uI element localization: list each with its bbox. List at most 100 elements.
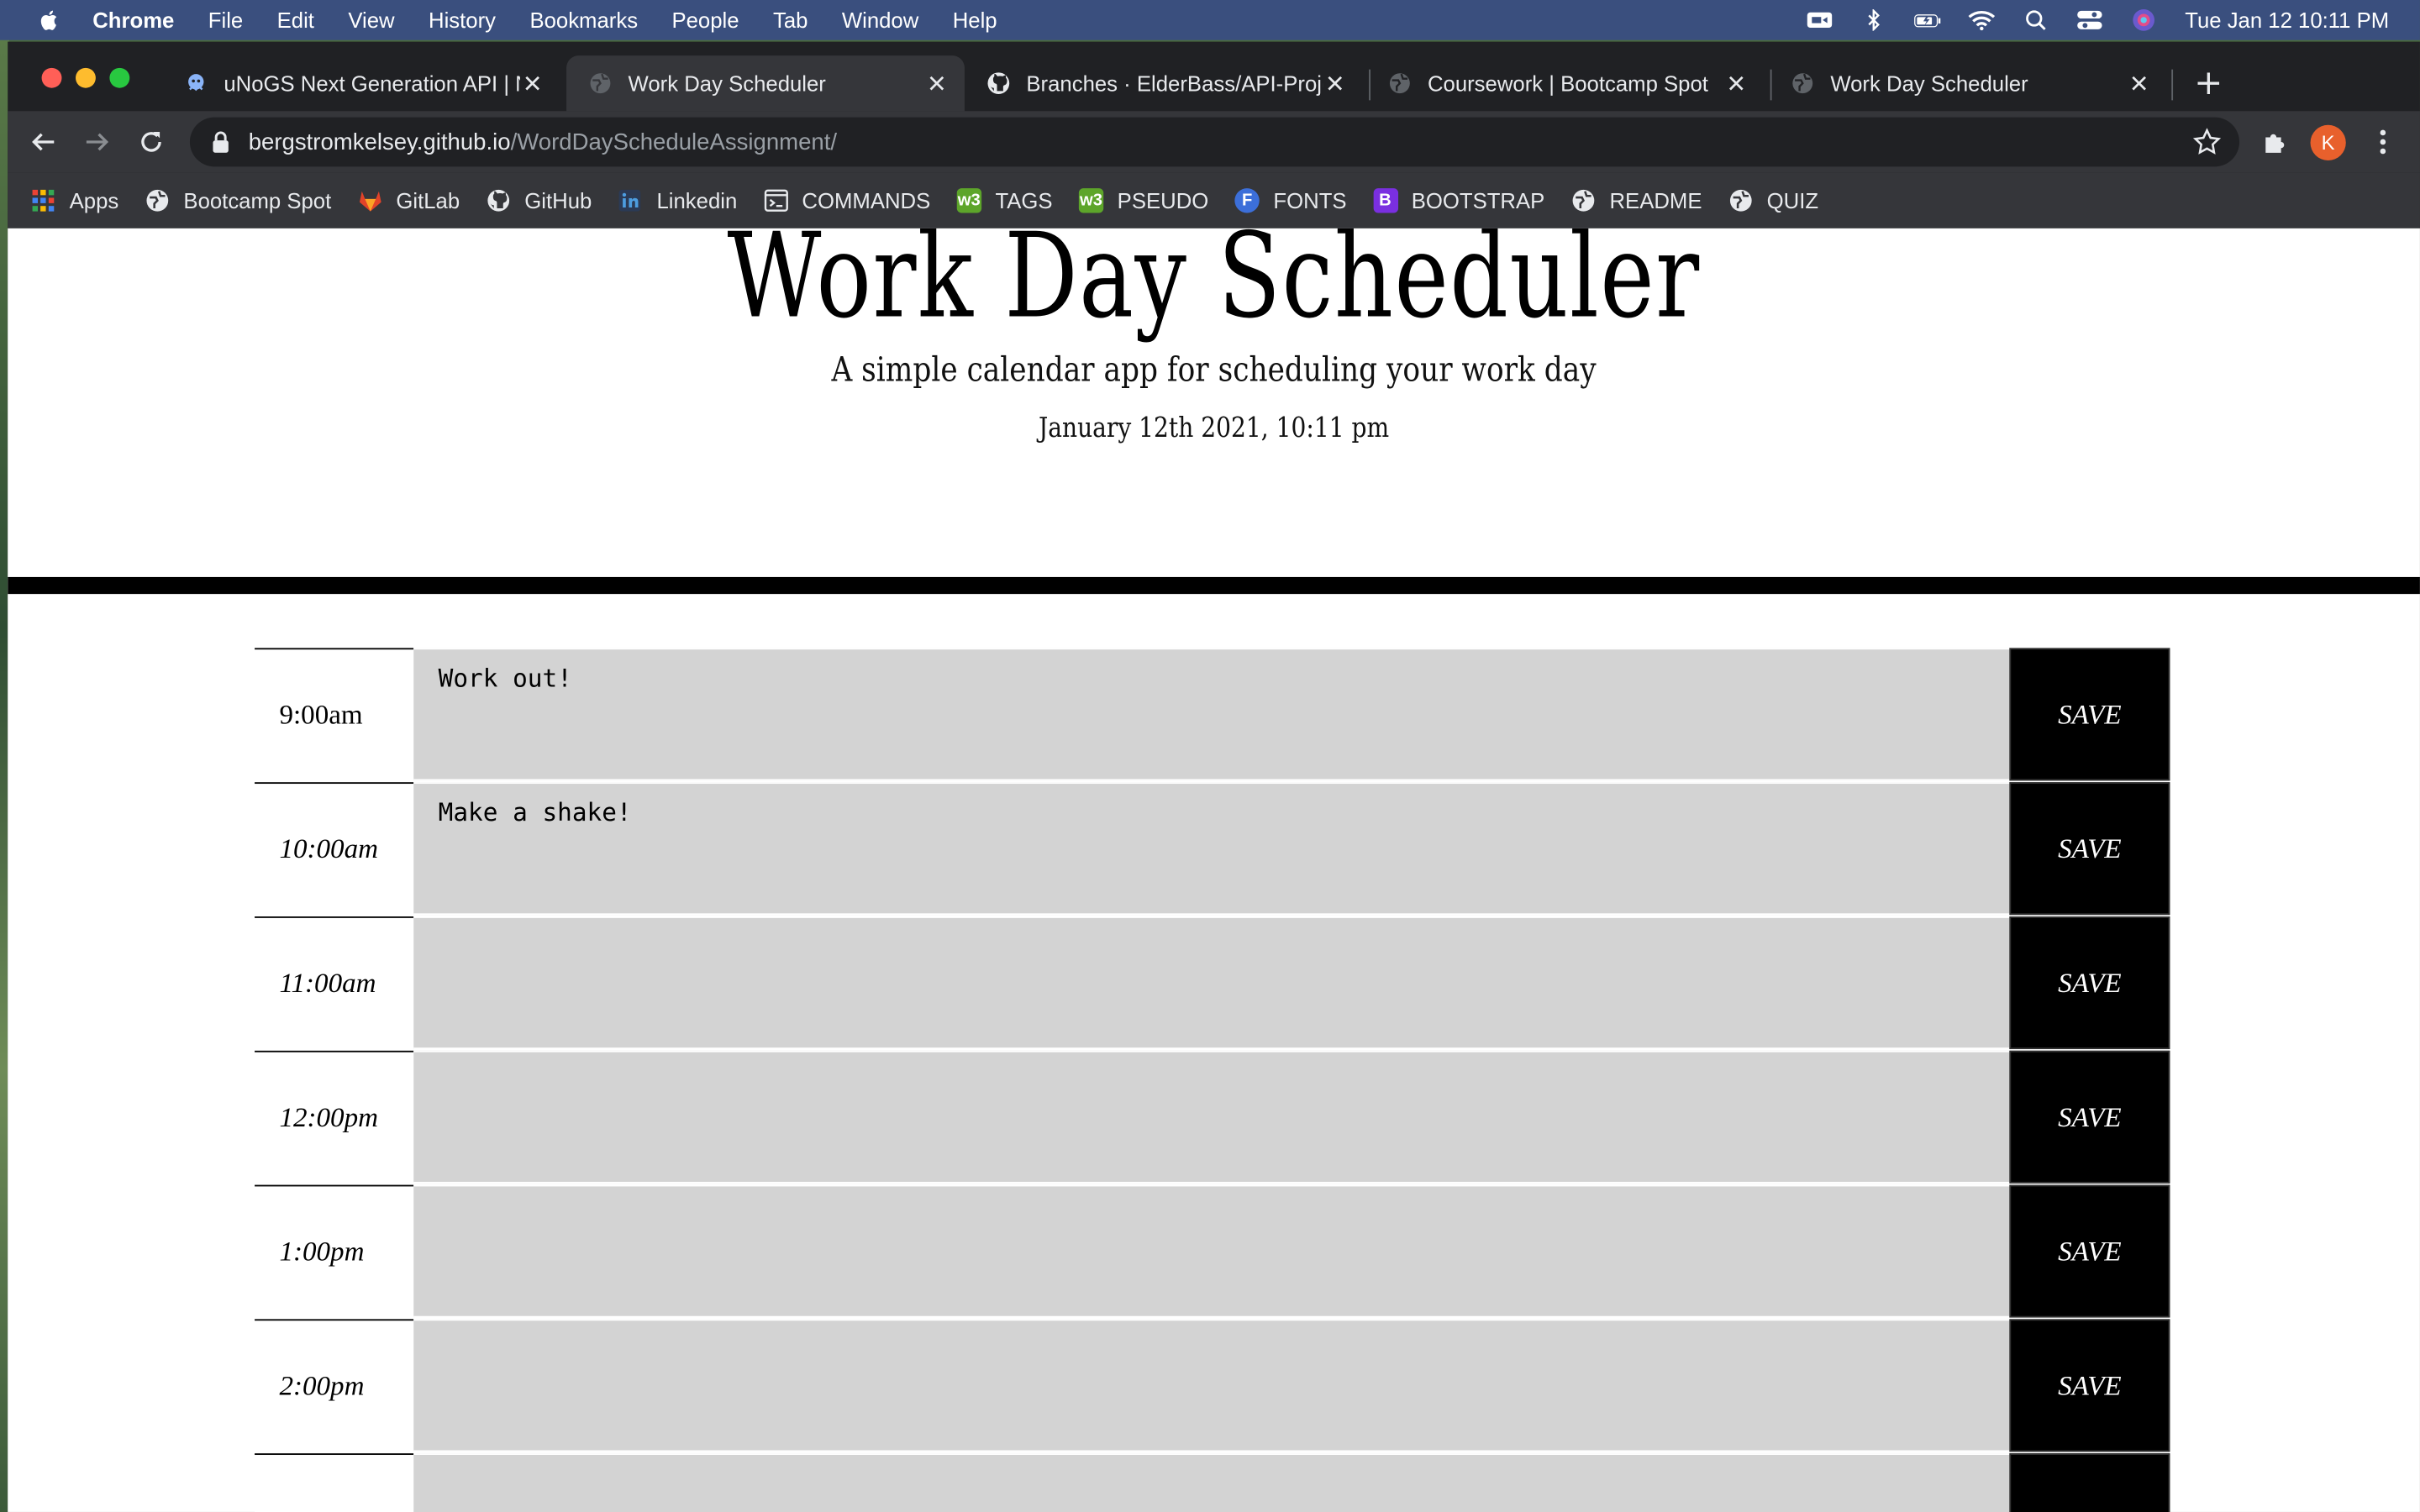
- bluetooth-icon[interactable]: [1860, 9, 1887, 31]
- globe-icon: [145, 188, 170, 213]
- menu-help[interactable]: Help: [953, 8, 997, 32]
- save-button[interactable]: SAVE: [2009, 782, 2170, 916]
- close-tab-icon[interactable]: [520, 71, 544, 95]
- url-path: /WordDayScheduleAssignment/: [510, 129, 838, 155]
- wifi-icon[interactable]: [1967, 9, 1995, 31]
- bookmark-commands[interactable]: COMMANDS: [764, 188, 930, 213]
- zoom-camera-icon[interactable]: [1805, 9, 1833, 31]
- tab-bootcamp-coursework[interactable]: Coursework | Bootcamp Spot: [1365, 55, 1764, 111]
- f-icon: F: [1234, 188, 1260, 213]
- bookmark-linkedin[interactable]: Linkedin: [618, 188, 738, 213]
- menu-view[interactable]: View: [348, 8, 394, 32]
- bookmark-label: Linkedin: [656, 188, 738, 213]
- event-description-field[interactable]: [413, 916, 2010, 1049]
- time-block: 10:00am Make a shake! SAVE: [255, 782, 2171, 916]
- back-arrow-icon[interactable]: [28, 127, 59, 158]
- bookmark-label: Bootcamp Spot: [183, 188, 332, 213]
- menu-edit[interactable]: Edit: [277, 8, 314, 32]
- save-button[interactable]: SAVE: [2009, 648, 2170, 781]
- bookmark-quiz[interactable]: QUIZ: [1728, 188, 1818, 213]
- url-text[interactable]: bergstromkelsey.github.io/WordDaySchedul…: [249, 129, 837, 155]
- siri-icon[interactable]: [2129, 9, 2157, 31]
- fullscreen-window-button[interactable]: [109, 67, 130, 88]
- bookmarks-bar: Apps Bootcamp Spot GitLab GitHub Linkedi…: [8, 172, 2420, 228]
- hour-label: 2:00pm: [255, 1319, 414, 1452]
- menu-people[interactable]: People: [671, 8, 739, 32]
- hour-label: 9:00am: [255, 648, 414, 781]
- menu-file[interactable]: File: [208, 8, 243, 32]
- event-description-field[interactable]: [413, 1319, 2010, 1452]
- menu-window[interactable]: Window: [842, 8, 918, 32]
- globe-favicon-icon: [1791, 71, 1815, 95]
- menu-app-name[interactable]: Chrome: [92, 8, 174, 32]
- close-tab-icon[interactable]: [1724, 71, 1749, 95]
- save-button[interactable]: SAVE: [2009, 1050, 2170, 1184]
- bookmark-fonts[interactable]: F FONTS: [1234, 188, 1347, 213]
- page-title: Work Day Scheduler: [727, 228, 1701, 344]
- hour-label: 1:00pm: [255, 1184, 414, 1318]
- spotlight-search-icon[interactable]: [2022, 9, 2049, 31]
- profile-avatar[interactable]: K: [2310, 124, 2346, 161]
- tab-title: Work Day Scheduler: [628, 71, 826, 96]
- save-button[interactable]: SAVE: [2009, 1184, 2170, 1318]
- tab-work-day-scheduler[interactable]: Work Day Scheduler: [1769, 55, 2167, 111]
- save-button[interactable]: [2009, 1453, 2170, 1512]
- tab-separator: [2171, 69, 2174, 101]
- hour-label: [255, 1453, 414, 1512]
- new-tab-plus-icon[interactable]: [2193, 68, 2224, 99]
- w3-icon: w3: [956, 188, 981, 213]
- bookmark-label: QUIZ: [1766, 188, 1819, 213]
- time-block: 1:00pm SAVE: [255, 1184, 2171, 1320]
- bookmark-label: GitHub: [524, 188, 592, 213]
- tab-unogs[interactable]: uNoGS Next Generation API | N: [162, 55, 560, 111]
- w3-icon: w3: [1078, 188, 1104, 213]
- address-bar[interactable]: bergstromkelsey.github.io/WordDaySchedul…: [189, 117, 2240, 167]
- bookmark-bootstrap[interactable]: B BOOTSTRAP: [1372, 188, 1545, 213]
- tab-github-branches[interactable]: Branches · ElderBass/API-Proje: [965, 55, 1363, 111]
- forward-arrow-icon[interactable]: [82, 127, 113, 158]
- battery-icon[interactable]: [1913, 9, 1941, 31]
- bookmark-tags[interactable]: w3 TAGS: [956, 188, 1053, 213]
- lock-icon[interactable]: [212, 131, 234, 153]
- close-tab-icon[interactable]: [2127, 71, 2151, 95]
- schedule-container: 9:00am Work out! SAVE 10:00am Make a sha…: [255, 648, 2171, 1512]
- page-subtitle: A simple calendar app for scheduling you…: [831, 351, 1597, 391]
- bookmark-label: BOOTSTRAP: [1411, 188, 1545, 213]
- control-center-icon[interactable]: [2075, 9, 2103, 31]
- event-description-field[interactable]: Make a shake!: [413, 782, 2010, 916]
- bookmark-gitlab[interactable]: GitLab: [357, 188, 460, 213]
- event-description-field[interactable]: Work out!: [413, 648, 2010, 781]
- bookmark-github[interactable]: GitHub: [486, 188, 592, 213]
- minimize-window-button[interactable]: [75, 67, 96, 88]
- url-domain: bergstromkelsey.github.io: [248, 129, 511, 155]
- bookmark-bootcamp-spot[interactable]: Bootcamp Spot: [145, 188, 332, 213]
- more-menu-icon[interactable]: [2367, 127, 2398, 158]
- event-description-field[interactable]: [413, 1050, 2010, 1184]
- tab-work-day-scheduler-active[interactable]: Work Day Scheduler: [566, 55, 965, 112]
- event-description-field[interactable]: [413, 1184, 2010, 1318]
- close-window-button[interactable]: [41, 67, 62, 88]
- bookmark-apps[interactable]: Apps: [31, 188, 118, 213]
- menubar-clock[interactable]: Tue Jan 12 10:11 PM: [2185, 8, 2389, 32]
- close-tab-icon[interactable]: [1323, 71, 1347, 95]
- save-button[interactable]: SAVE: [2009, 916, 2170, 1049]
- globe-icon: [1728, 188, 1753, 213]
- event-description-field[interactable]: [413, 1453, 2010, 1512]
- extensions-puzzle-icon[interactable]: [2260, 127, 2291, 158]
- hour-label: 10:00am: [255, 782, 414, 916]
- menu-tab[interactable]: Tab: [773, 8, 808, 32]
- github-icon: [486, 188, 510, 213]
- bookmark-star-icon[interactable]: [2192, 128, 2222, 155]
- menu-history[interactable]: History: [429, 8, 496, 32]
- macos-menu-bar: Chrome File Edit View History Bookmarks …: [0, 0, 2420, 40]
- bookmark-pseudo[interactable]: w3 PSEUDO: [1078, 188, 1208, 213]
- apple-logo-icon[interactable]: [37, 8, 61, 32]
- close-tab-icon[interactable]: [924, 71, 949, 95]
- bookmark-label: GitLab: [396, 188, 460, 213]
- bookmark-readme[interactable]: README: [1571, 188, 1702, 213]
- bookmark-label: FONTS: [1273, 188, 1347, 213]
- time-block: 2:00pm SAVE: [255, 1319, 2171, 1453]
- save-button[interactable]: SAVE: [2009, 1319, 2170, 1452]
- menu-bookmarks[interactable]: Bookmarks: [529, 8, 638, 32]
- reload-icon[interactable]: [136, 127, 167, 158]
